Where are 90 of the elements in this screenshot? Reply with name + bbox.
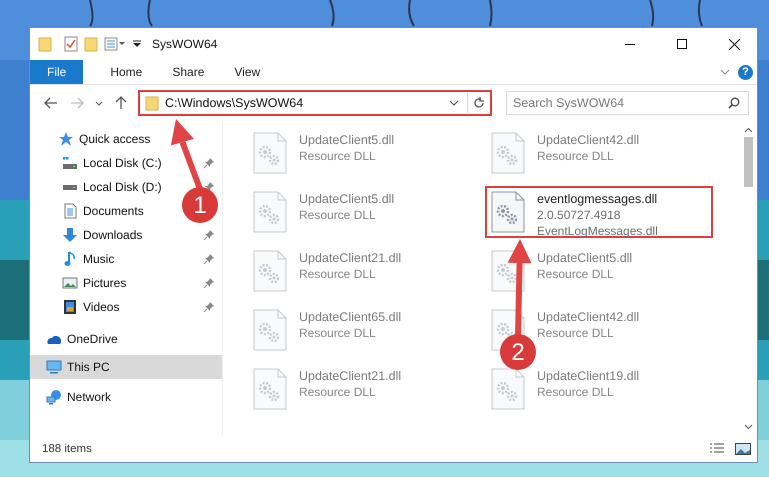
refresh-icon[interactable] (473, 97, 485, 109)
nav-item[interactable]: Local Disk (D:) (62, 180, 162, 194)
close-icon (728, 38, 740, 50)
gear-file-icon (253, 250, 287, 292)
window-title: SysWOW64 (152, 37, 218, 51)
gear-file-icon (491, 368, 525, 410)
search-box[interactable]: Search SysWOW64 (506, 91, 749, 115)
nav-item[interactable]: Local Disk (C:) (62, 155, 162, 171)
nav-item[interactable]: Music (62, 251, 114, 267)
ribbon-tab[interactable]: Home (95, 60, 158, 84)
step-number-badge: 2 (500, 334, 536, 370)
file-detail: Resource DLL (299, 325, 377, 341)
file-name[interactable]: UpdateClient5.dll (299, 191, 394, 207)
up-arrow-icon (115, 96, 127, 110)
pin-icon[interactable] (204, 158, 214, 168)
back-arrow-icon (44, 97, 58, 109)
forward-arrow-icon (70, 97, 84, 109)
document-icon (62, 203, 78, 219)
gear-file-icon (253, 191, 287, 233)
film-icon (62, 299, 78, 315)
file-detail: EventLogMessages.dll (537, 223, 658, 239)
nav-item[interactable]: This PC (46, 359, 110, 375)
nav-item[interactable]: Network (46, 389, 112, 405)
gear-file-icon (253, 368, 287, 410)
file-item-highlight[interactable]: eventlogmessages.dll 2.0.50727.4918 EventLogMessages.dll (485, 186, 713, 238)
gear-file-icon (253, 309, 287, 351)
monitor-icon (46, 359, 62, 375)
file-name[interactable]: UpdateClient42.dll (537, 132, 640, 148)
network-icon (46, 389, 62, 405)
nav-item[interactable]: Downloads (62, 227, 142, 243)
file-name[interactable]: UpdateClient65.dll (299, 309, 402, 325)
file-detail: Resource DLL (299, 266, 377, 282)
file-name[interactable]: UpdateClient5.dll (537, 250, 632, 266)
pin-icon[interactable] (204, 254, 214, 264)
star-icon (58, 131, 74, 147)
folder-icon (84, 36, 98, 52)
search-field[interactable]: Search SysWOW64 (507, 95, 728, 111)
file-detail: Resource DLL (299, 148, 377, 164)
file-menu-button[interactable]: File (30, 60, 84, 84)
scroll-thumb[interactable] (744, 137, 753, 187)
picture-icon (62, 275, 78, 291)
large-icons-view-icon[interactable] (735, 443, 751, 455)
nav-item[interactable]: Pictures (62, 275, 126, 291)
drive-icon (62, 155, 78, 171)
pin-icon[interactable] (204, 302, 214, 312)
file-name[interactable]: UpdateClient21.dll (299, 368, 402, 384)
file-detail: Resource DLL (537, 148, 615, 164)
chevron-down-icon[interactable] (449, 100, 459, 106)
search-icon[interactable] (728, 97, 740, 109)
music-note-icon (62, 251, 78, 267)
item-count: 188 items (42, 443, 93, 455)
scroll-up-icon[interactable] (744, 127, 753, 133)
address-bar[interactable]: C:\Windows\SysWOW64 (138, 90, 492, 116)
file-name[interactable]: UpdateClient5.dll (299, 132, 394, 148)
file-detail: Resource DLL (299, 207, 377, 223)
help-icon[interactable]: ? (738, 64, 753, 80)
nav-item[interactable]: OneDrive (46, 331, 118, 347)
ribbon-tab[interactable]: Share (157, 60, 220, 84)
scroll-down-icon[interactable] (744, 424, 753, 430)
file-detail: Resource DLL (537, 325, 615, 341)
annotation-arrow (170, 119, 203, 190)
maximize-icon (677, 39, 687, 49)
gear-file-icon (253, 132, 287, 174)
file-name[interactable]: UpdateClient42.dll (537, 309, 640, 325)
gear-file-icon (491, 191, 525, 233)
file-name[interactable]: eventlogmessages.dll (537, 191, 658, 207)
ribbon-tab[interactable]: View (219, 60, 276, 84)
pin-icon[interactable] (204, 278, 214, 288)
details-view-icon[interactable] (709, 443, 725, 455)
gear-file-icon (491, 132, 525, 174)
drive-icon (63, 184, 77, 190)
file-detail: Resource DLL (537, 266, 615, 282)
step-number-badge: 1 (182, 187, 218, 223)
pin-icon[interactable] (204, 230, 214, 240)
file-name[interactable]: UpdateClient21.dll (299, 250, 402, 266)
address-path: C:\Windows\SysWOW64 (165, 96, 304, 110)
file-name[interactable]: UpdateClient19.dll (537, 368, 640, 384)
caret-icon (95, 100, 103, 106)
checklist-icon[interactable] (64, 36, 78, 52)
file-detail: 2.0.50727.4918 (537, 207, 622, 223)
customize-arrow-icon[interactable] (132, 39, 142, 49)
folder-icon (145, 95, 159, 111)
properties-icon[interactable] (104, 36, 126, 52)
nav-item[interactable]: Videos (62, 299, 120, 315)
file-detail: Resource DLL (537, 384, 615, 400)
nav-item[interactable]: Quick access (58, 131, 150, 147)
nav-item[interactable]: Documents (62, 203, 144, 219)
download-icon (62, 227, 78, 243)
folder-icon (38, 36, 52, 52)
file-detail: Resource DLL (299, 384, 377, 400)
